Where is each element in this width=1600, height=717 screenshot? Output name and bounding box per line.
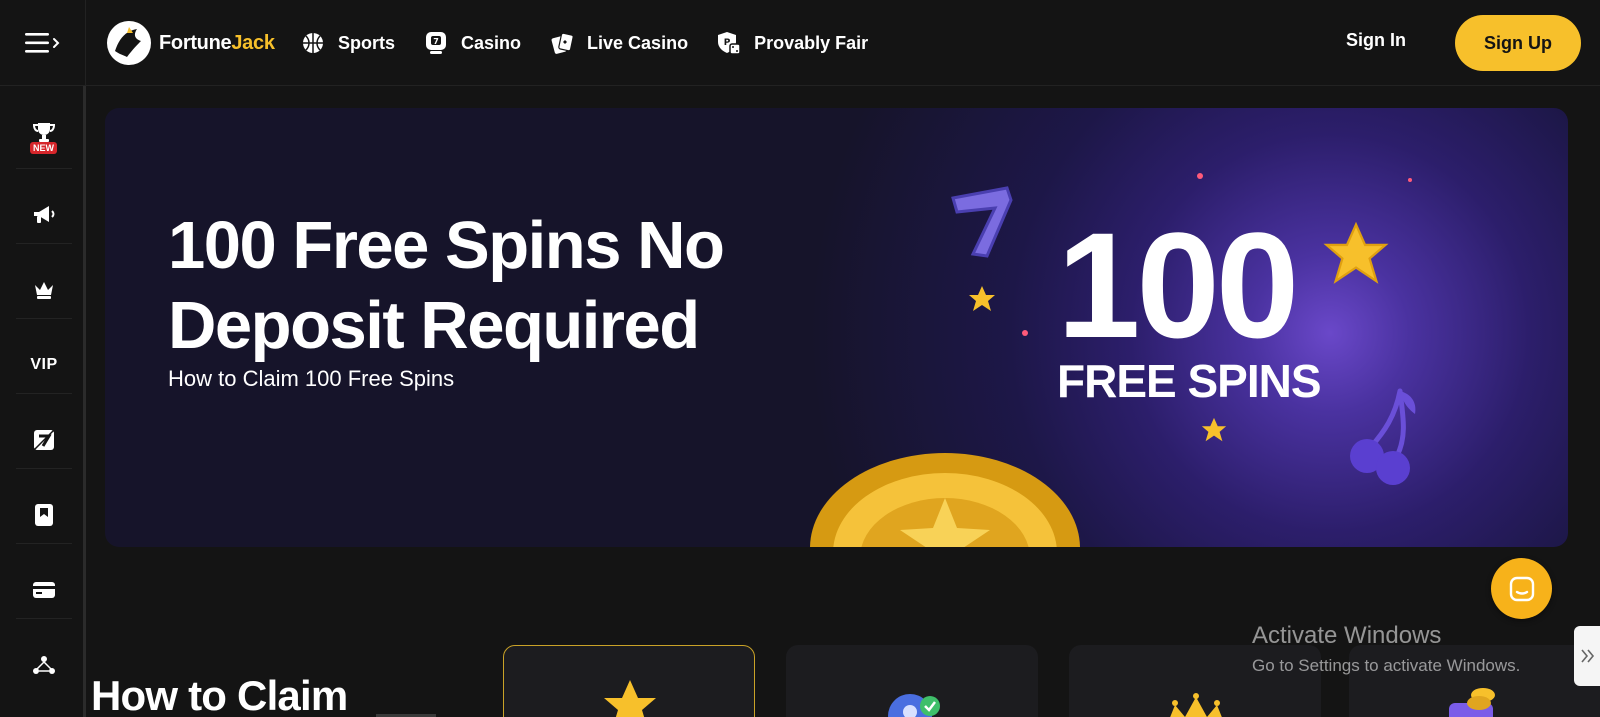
banner-subtitle: How to Claim 100 Free Spins <box>168 366 455 391</box>
sign-up-button[interactable]: Sign Up <box>1455 15 1581 71</box>
credit-card-icon <box>33 581 55 598</box>
nav-live-casino[interactable]: Live Casino <box>549 30 688 56</box>
watermark-line-2: Go to Settings to activate Windows. <box>1252 656 1521 675</box>
sign-in-button[interactable]: Sign In <box>1346 30 1406 51</box>
basketball-icon <box>300 30 326 56</box>
svg-text:7: 7 <box>433 37 439 46</box>
banner-graphic-number: 100 <box>1057 201 1299 369</box>
fortunejack-logo[interactable]: FortuneJack <box>107 20 275 66</box>
crown-step-icon <box>1170 693 1222 717</box>
nav-provably-fair[interactable]: P Provably Fair <box>716 30 868 56</box>
step-card-1[interactable] <box>503 645 755 717</box>
cherries-icon <box>1350 388 1416 485</box>
promo-banner[interactable]: 100 Free Spins No Deposit Required How t… <box>105 108 1568 547</box>
main-nav: Sports 7 Casino Live Casino P Provably F… <box>300 24 868 62</box>
expand-arrows-icon <box>1581 649 1595 663</box>
sidebar-item-affiliates[interactable] <box>16 636 72 694</box>
step-card-2[interactable] <box>786 645 1038 717</box>
shield-dice-icon: P <box>716 30 742 56</box>
sidebar-item-tournaments[interactable]: NEW <box>16 111 72 169</box>
gold-coin-icon <box>810 453 1080 547</box>
slots-seven-icon <box>33 428 55 451</box>
megaphone-icon <box>34 205 55 223</box>
logo-mark-icon <box>107 21 151 65</box>
crown-icon <box>35 281 53 299</box>
wallet-coins-icon <box>1449 688 1495 717</box>
nav-casino-label: Casino <box>461 32 522 53</box>
watermark-line-1: Activate Windows <box>1252 622 1442 649</box>
logo-wordmark: FortuneJack <box>159 31 275 54</box>
live-chat-button[interactable] <box>1491 558 1552 619</box>
sidebar-item-payments[interactable] <box>16 561 72 619</box>
side-panel-tab[interactable] <box>1574 626 1600 686</box>
chat-bubble-icon <box>1509 576 1534 601</box>
playing-cards-icon <box>549 30 575 56</box>
star-step-icon <box>604 680 656 717</box>
sidebar-item-promotions[interactable] <box>16 186 72 244</box>
sidebar-item-vip[interactable]: VIP <box>16 336 72 394</box>
sidebar: NEW VIP <box>0 86 86 717</box>
user-verified-icon <box>888 694 940 717</box>
nav-casino[interactable]: 7 Casino <box>423 30 521 56</box>
hamburger-menu-icon <box>24 33 59 53</box>
slot-machine-icon: 7 <box>423 30 449 56</box>
top-bar: FortuneJack Sports 7 Casino Live Casino … <box>0 0 1600 86</box>
nav-sports-label: Sports <box>338 32 396 53</box>
sidebar-item-bookmarks[interactable] <box>16 486 72 544</box>
small-star-icon <box>969 286 995 311</box>
nav-provably-fair-label: Provably Fair <box>754 32 869 53</box>
section-title: How to Claim <box>91 672 348 717</box>
sidebar-item-loyalty[interactable] <box>16 261 72 319</box>
trophy-icon <box>32 122 56 142</box>
windows-activation-watermark: Activate Windows Go to Settings to activ… <box>1252 622 1520 676</box>
big-star-icon <box>1323 221 1389 284</box>
vip-label: VIP <box>30 355 58 373</box>
nav-sports[interactable]: Sports <box>300 30 395 56</box>
menu-toggle-button[interactable] <box>0 0 86 86</box>
bookmark-card-icon <box>35 503 53 526</box>
network-icon <box>33 656 55 674</box>
new-badge: NEW <box>30 142 57 154</box>
tiny-star-icon <box>1201 417 1227 442</box>
nav-live-casino-label: Live Casino <box>587 32 689 53</box>
sidebar-item-slots[interactable] <box>16 411 72 469</box>
banner-graphic-text: FREE SPINS <box>1057 355 1322 407</box>
lucky-seven-icon <box>951 186 1013 258</box>
banner-title: 100 Free Spins No Deposit Required <box>168 208 725 363</box>
